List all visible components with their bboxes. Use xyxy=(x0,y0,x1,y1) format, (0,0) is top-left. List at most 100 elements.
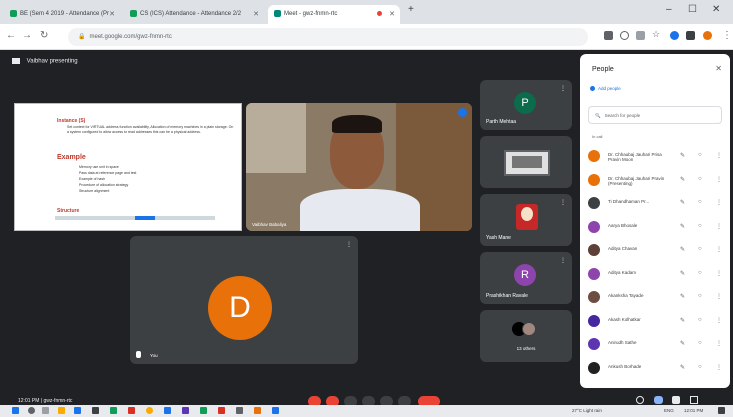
mic-icon[interactable]: ○ xyxy=(698,176,702,182)
participant-tile-p[interactable]: P Parth Mehtaa ⋮ xyxy=(480,80,572,130)
maximize-icon[interactable]: ☐ xyxy=(688,4,697,15)
mic-icon[interactable]: ○ xyxy=(698,246,702,252)
app-icon[interactable] xyxy=(164,407,171,414)
mic-icon[interactable]: ○ xyxy=(698,152,702,158)
extension-icon[interactable] xyxy=(636,31,645,40)
pin-icon[interactable]: ✎ xyxy=(680,199,685,206)
file-explorer-icon[interactable] xyxy=(58,407,65,414)
pin-icon[interactable]: ✎ xyxy=(680,293,685,300)
task-view-icon[interactable] xyxy=(42,407,49,414)
more-options-icon[interactable]: ⋮ xyxy=(716,246,722,253)
info-icon[interactable] xyxy=(636,396,644,404)
more-options-icon[interactable]: ⋮ xyxy=(716,317,722,324)
app-icon[interactable] xyxy=(272,407,279,414)
more-options-icon[interactable]: ⋮ xyxy=(716,223,722,230)
more-options-icon[interactable]: ⋮ xyxy=(716,364,722,371)
participant-row[interactable]: Akash Kolhatkar ✎ ○ ⋮ xyxy=(588,313,722,331)
close-icon[interactable]: ✕ xyxy=(109,10,115,18)
app-icon[interactable] xyxy=(218,407,225,414)
chrome-icon[interactable] xyxy=(146,407,153,414)
browser-tab-2[interactable]: CS (ICS) Attendance - Attendance 2/2 ✕ xyxy=(124,5,264,24)
app-icon[interactable] xyxy=(74,407,81,414)
participant-row[interactable]: Dr. Chhaubaj Jauhari Prisa Pravin Moon ✎ ○… xyxy=(588,148,722,166)
avatar[interactable] xyxy=(703,31,712,40)
chat-icon[interactable] xyxy=(672,396,680,404)
close-icon[interactable]: ✕ xyxy=(715,64,722,73)
participant-row[interactable]: Akanksha Tayade ✎ ○ ⋮ xyxy=(588,289,722,307)
app-icon[interactable] xyxy=(200,407,207,414)
more-options-icon[interactable]: ⋮ xyxy=(560,85,566,92)
tab-search-icon[interactable] xyxy=(686,31,695,40)
more-options-icon[interactable]: ⋮ xyxy=(716,152,722,159)
self-video-tile[interactable]: D You ⋮ xyxy=(130,236,358,364)
participant-row[interactable]: Aarya Bhosale ✎ ○ ⋮ xyxy=(588,219,722,237)
participant-row[interactable]: Aditya Chavan ✎ ○ ⋮ xyxy=(588,242,722,260)
mic-icon[interactable]: ○ xyxy=(698,223,702,229)
participant-tile-r[interactable]: R Prashikhan Ravale ⋮ xyxy=(480,252,572,304)
minimize-icon[interactable]: – xyxy=(666,4,672,15)
more-options-icon[interactable]: ⋮ xyxy=(560,199,566,206)
pin-icon[interactable]: ✎ xyxy=(680,270,685,277)
windows-start-icon[interactable] xyxy=(12,407,19,414)
menu-icon[interactable]: ⋮ xyxy=(722,30,732,41)
people-icon[interactable] xyxy=(654,396,663,404)
sheets-icon xyxy=(10,10,17,17)
participant-row[interactable]: Ti Dhandhaman Pr... ✎ ○ ⋮ xyxy=(588,195,722,213)
more-options-icon[interactable]: ⋮ xyxy=(560,257,566,264)
pin-icon[interactable]: ✎ xyxy=(680,340,685,347)
more-options-icon[interactable]: ⋮ xyxy=(346,241,352,248)
app-icon[interactable] xyxy=(92,407,99,414)
participant-tile-screen[interactable] xyxy=(480,136,572,188)
zoom-icon[interactable] xyxy=(620,31,629,40)
browser-tab-3[interactable]: Meet - gwz-fnmn-rtc ✕ xyxy=(268,5,400,24)
pin-icon[interactable]: ✎ xyxy=(680,364,685,371)
notification-icon[interactable] xyxy=(718,407,725,414)
mic-icon[interactable]: ○ xyxy=(698,293,702,299)
search-icon[interactable] xyxy=(28,407,35,414)
mic-icon[interactable]: ○ xyxy=(698,199,702,205)
mic-icon[interactable]: ○ xyxy=(698,270,702,276)
mic-icon[interactable]: ○ xyxy=(698,364,702,370)
back-icon[interactable]: ← xyxy=(6,30,16,41)
participant-row[interactable]: Ankush Borhade ✎ ○ ⋮ xyxy=(588,360,722,378)
add-people-button[interactable]: Add people xyxy=(590,86,621,92)
more-options-icon[interactable]: ⋮ xyxy=(716,293,722,300)
pin-icon[interactable]: ✎ xyxy=(680,317,685,324)
mic-icon[interactable]: ○ xyxy=(698,317,702,323)
participant-name: Anirudh Sathe xyxy=(608,340,637,345)
more-options-icon[interactable]: ⋮ xyxy=(716,340,722,347)
participant-row[interactable]: Aditya Kadam ✎ ○ ⋮ xyxy=(588,266,722,284)
pin-icon[interactable]: ✎ xyxy=(680,223,685,230)
camera-icon[interactable] xyxy=(604,31,613,40)
more-options-icon[interactable]: ⋮ xyxy=(716,199,722,206)
app-icon[interactable] xyxy=(236,407,243,414)
app-icon[interactable] xyxy=(182,407,189,414)
browser-tab-1[interactable]: BE (Sem 4 2019 - Attendance (Pr ✕ xyxy=(4,5,120,24)
more-options-icon[interactable]: ⋮ xyxy=(716,176,722,183)
star-icon[interactable]: ☆ xyxy=(652,29,661,39)
participant-tile-image[interactable]: Yash Mane ⋮ xyxy=(480,194,572,246)
close-icon[interactable]: ✕ xyxy=(253,10,259,18)
participant-row[interactable]: Dr. Chhaubaj Jauhari Pravin (Presenting)… xyxy=(588,172,722,190)
app-icon[interactable] xyxy=(254,407,261,414)
others-tile[interactable]: 13 others xyxy=(480,310,572,362)
url-field[interactable]: 🔒 meet.google.com/gwz-fnmn-rtc xyxy=(68,28,588,46)
search-input[interactable]: 🔍 Search for people xyxy=(588,106,722,124)
mic-icon[interactable]: ○ xyxy=(698,340,702,346)
recording-dot-icon xyxy=(377,11,382,16)
reload-icon[interactable]: ↻ xyxy=(40,30,48,41)
close-window-icon[interactable]: ✕ xyxy=(712,4,720,15)
forward-icon[interactable]: → xyxy=(22,30,32,41)
pin-icon[interactable]: ✎ xyxy=(680,152,685,159)
profile-icon[interactable] xyxy=(670,31,679,40)
pin-icon[interactable]: ✎ xyxy=(680,176,685,183)
pin-icon[interactable]: ✎ xyxy=(680,246,685,253)
activities-icon[interactable] xyxy=(690,396,698,404)
more-options-icon[interactable]: ⋮ xyxy=(716,270,722,277)
close-icon[interactable]: ✕ xyxy=(389,10,395,18)
app-icon[interactable] xyxy=(110,407,117,414)
new-tab-icon[interactable]: + xyxy=(408,4,414,15)
app-icon[interactable] xyxy=(128,407,135,414)
presenter-video-tile[interactable]: Vaibhav Babaliya xyxy=(246,103,472,231)
participant-row[interactable]: Anirudh Sathe ✎ ○ ⋮ xyxy=(588,336,722,354)
